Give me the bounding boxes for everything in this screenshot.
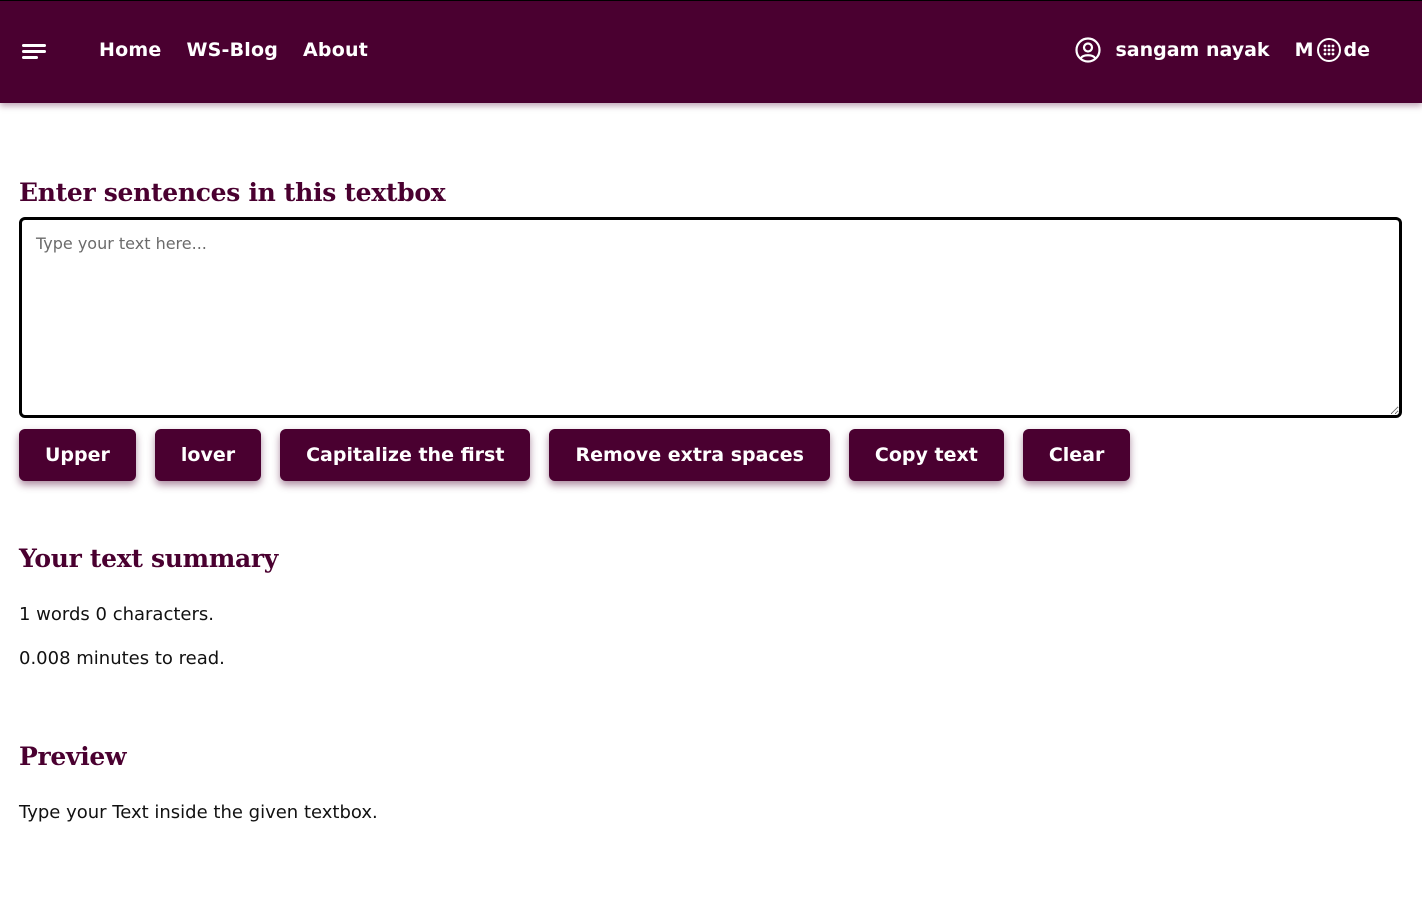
mode-toggle[interactable]: M de — [1295, 37, 1370, 63]
user-circle-icon[interactable] — [1075, 37, 1102, 63]
mode-toggle-icon[interactable] — [1316, 37, 1342, 63]
preview-text: Type your Text inside the given textbox. — [19, 802, 378, 823]
mode-label-suffix: de — [1343, 39, 1371, 61]
hamburger-menu-icon[interactable] — [22, 44, 46, 62]
nav-link-about[interactable]: About — [303, 39, 368, 61]
capitalize-button[interactable]: Capitalize the first — [280, 429, 531, 481]
text-input-area[interactable] — [19, 217, 1402, 418]
user-name[interactable]: sangam nayak — [1115, 39, 1269, 61]
mode-label-prefix: M — [1294, 39, 1314, 61]
lowercase-button[interactable]: lover — [154, 429, 262, 481]
action-buttons: Upper lover Capitalize the first Remove … — [19, 429, 1131, 481]
word-char-count: 1 words 0 characters. — [19, 604, 214, 625]
nav-links: Home WS-Blog About — [99, 39, 368, 61]
nav-link-ws-blog[interactable]: WS-Blog — [186, 39, 278, 61]
copy-text-button[interactable]: Copy text — [848, 429, 1004, 481]
nav-link-home[interactable]: Home — [99, 39, 161, 61]
uppercase-button[interactable]: Upper — [19, 429, 136, 481]
top-navbar: Home WS-Blog About sangam nayak M de — [0, 0, 1422, 103]
summary-heading: Your text summary — [19, 544, 278, 573]
remove-extra-spaces-button[interactable]: Remove extra spaces — [549, 429, 830, 481]
preview-heading: Preview — [19, 742, 127, 771]
editor-heading: Enter sentences in this textbox — [19, 178, 446, 207]
nav-right: sangam nayak M de — [1075, 37, 1370, 63]
read-time: 0.008 minutes to read. — [19, 648, 225, 669]
clear-button[interactable]: Clear — [1022, 429, 1131, 481]
